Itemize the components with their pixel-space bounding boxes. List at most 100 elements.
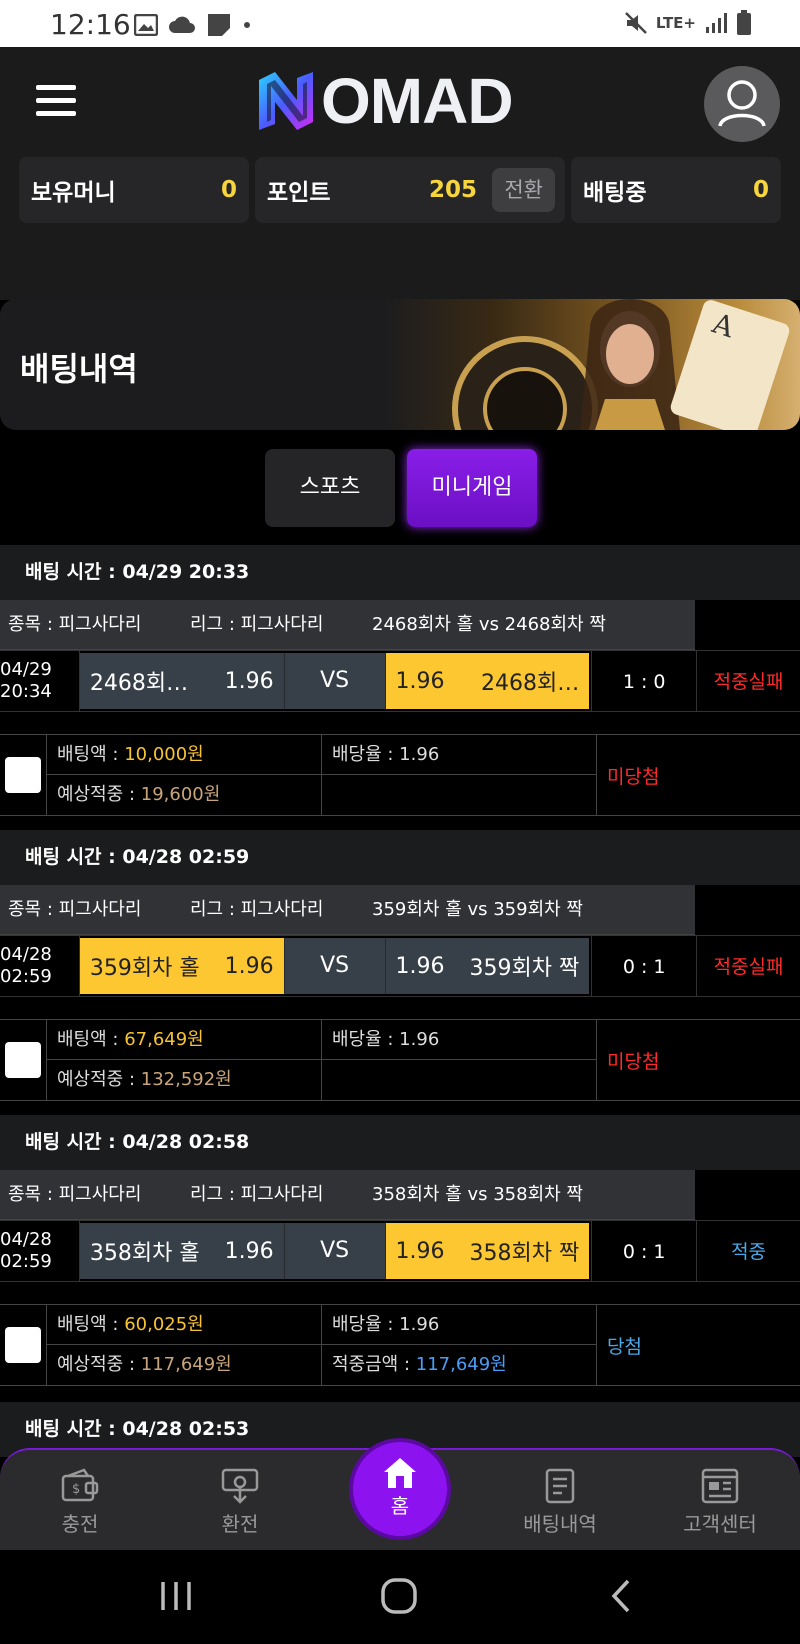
bet-amounts: 배팅액 : 60,025원 예상적중 : 117,649원 <box>47 1305 322 1385</box>
bet-match: 359회차 홀 vs 359회차 짝 <box>372 899 583 920</box>
bet-detail: 배팅액 : 60,025원 예상적중 : 117,649원 배당율 : 1.96… <box>0 1304 800 1386</box>
bet-info-row: 종목 : 피그사다리 리그 : 피그사다리 358회차 홀 vs 358회차 짝 <box>0 1170 695 1220</box>
select-checkbox[interactable] <box>0 1305 47 1385</box>
betting-value: 0 <box>752 177 769 203</box>
user-icon <box>718 80 766 127</box>
betting-box: 배팅중 0 <box>571 157 781 223</box>
bet-card: 배팅 시간 : 04/28 02:59 종목 : 피그사다리 리그 : 피그사다… <box>0 830 800 997</box>
select-checkbox[interactable] <box>0 1020 47 1100</box>
bet-amounts: 배팅액 : 10,000원 예상적중 : 19,600원 <box>47 735 322 815</box>
bet-status: 당첨 <box>607 1335 642 1358</box>
home-pick[interactable]: 359회차 홀 1.96 <box>79 938 284 994</box>
home-odds: 1.96 <box>224 668 274 694</box>
home-team: 359회차 홀 <box>89 956 200 981</box>
match-date: 04/28 02:59 <box>0 1221 80 1281</box>
bet-time: 배팅 시간 : 04/29 20:33 <box>0 545 800 600</box>
svg-text:$: $ <box>72 1482 80 1497</box>
bet-match: 358회차 홀 vs 358회차 짝 <box>372 1184 583 1205</box>
back-icon[interactable] <box>608 1578 636 1618</box>
status-bar: 12:16 LTE+ <box>0 0 800 47</box>
battery-icon <box>737 10 751 35</box>
cloud-icon <box>169 16 195 33</box>
bet-info-row: 종목 : 피그사다리 리그 : 피그사다리 359회차 홀 vs 359회차 짝 <box>0 885 695 935</box>
away-pick[interactable]: 1.96 359회차 짝 <box>385 938 590 994</box>
away-team: 2468회… <box>481 671 580 696</box>
note-icon <box>208 14 230 36</box>
away-pick[interactable]: 1.96 358회차 짝 <box>385 1223 590 1279</box>
home-pick[interactable]: 358회차 홀 1.96 <box>79 1223 284 1279</box>
bet-league: 리그 : 피그사다리 <box>190 1184 324 1205</box>
nav-exchange[interactable]: 환전 <box>185 1468 295 1537</box>
nav-charge[interactable]: $ 충전 <box>25 1468 135 1537</box>
select-checkbox[interactable] <box>0 735 47 815</box>
signal-icon <box>706 13 727 33</box>
app-header: OMAD 보유머니 0 포인트 205 전환 배팅중 0 <box>0 47 800 300</box>
point-box: 포인트 205 전환 <box>255 157 565 223</box>
bet-amount: 60,025원 <box>124 1314 204 1335</box>
match-row: 04/28 02:59 358회차 홀 1.96 VS 1.96 358회차 짝 0 … <box>0 1220 800 1282</box>
tab-minigame[interactable]: 미니게임 <box>407 449 537 527</box>
home-team: 2468회… <box>89 671 189 696</box>
away-odds: 1.96 <box>395 1238 445 1264</box>
away-team: 358회차 짝 <box>469 1241 580 1266</box>
odds-text: 배당율 : 1.96 <box>322 1020 596 1060</box>
home-circle-icon[interactable] <box>380 1578 418 1618</box>
bet-sport: 종목 : 피그사다리 <box>8 899 142 920</box>
bet-league: 리그 : 피그사다리 <box>190 614 324 635</box>
profile-button[interactable] <box>704 66 780 142</box>
bet-status: 미당첨 <box>607 765 660 788</box>
system-icons: LTE+ <box>624 10 752 36</box>
menu-icon[interactable] <box>36 85 76 119</box>
recent-apps-icon[interactable] <box>158 1578 194 1618</box>
tab-sports[interactable]: 스포츠 <box>265 449 395 527</box>
away-team: 359회차 짝 <box>469 956 580 981</box>
vs-label: VS <box>283 653 386 709</box>
bet-amount: 67,649원 <box>124 1029 204 1050</box>
dot-icon <box>244 22 250 28</box>
holding-money-box: 보유머니 0 <box>19 157 249 223</box>
page-title: 배팅내역 <box>20 350 138 388</box>
status-time: 12:16 <box>50 8 131 41</box>
odds-text: 배당율 : 1.96 <box>322 735 596 775</box>
expected-win: 19,600원 <box>140 784 221 805</box>
bet-odds: 배당율 : 1.96 <box>322 1020 597 1100</box>
home-odds: 1.96 <box>224 1238 274 1264</box>
convert-button[interactable]: 전환 <box>492 168 555 212</box>
bet-status: 미당첨 <box>607 1050 660 1073</box>
home-icon <box>384 1458 416 1488</box>
odds-text: 배당율 : 1.96 <box>322 1305 596 1345</box>
bet-info-row: 종목 : 피그사다리 리그 : 피그사다리 2468회차 홀 vs 2468회차… <box>0 600 695 650</box>
wallet-icon: $ <box>61 1468 99 1502</box>
match-date: 04/29 20:34 <box>0 651 80 711</box>
nav-support[interactable]: 고객센터 <box>665 1468 775 1537</box>
vs-label: VS <box>283 1223 386 1279</box>
away-odds: 1.96 <box>395 668 445 694</box>
money-summary: 보유머니 0 포인트 205 전환 배팅중 0 <box>19 157 781 223</box>
away-odds: 1.96 <box>395 953 445 979</box>
match-result: 적중실패 <box>696 936 800 996</box>
bet-odds: 배당율 : 1.96 <box>322 735 597 815</box>
bet-league: 리그 : 피그사다리 <box>190 899 324 920</box>
home-odds: 1.96 <box>224 953 274 979</box>
logo[interactable]: OMAD <box>253 69 514 133</box>
vs-label: VS <box>283 938 386 994</box>
nav-bet-history[interactable]: 배팅내역 <box>505 1468 615 1537</box>
notification-icons <box>134 12 252 38</box>
bet-detail: 배팅액 : 67,649원 예상적중 : 132,592원 배당율 : 1.96… <box>0 1019 800 1101</box>
bottom-navigation: $ 충전 환전 홈 배팅내역 고객센터 <box>0 1438 800 1560</box>
win-amount: 117,649원 <box>415 1354 507 1375</box>
casino-banner-illustration: A <box>452 299 790 430</box>
away-pick[interactable]: 1.96 2468회… <box>385 653 590 709</box>
bet-match: 2468회차 홀 vs 2468회차 짝 <box>372 614 606 635</box>
expected-win: 132,592원 <box>140 1069 232 1090</box>
betting-label: 배팅중 <box>583 180 647 206</box>
holding-money-label: 보유머니 <box>31 180 116 206</box>
bet-card: 배팅 시간 : 04/29 20:33 종목 : 피그사다리 리그 : 피그사다… <box>0 545 800 712</box>
bet-card: 배팅 시간 : 04/28 02:58 종목 : 피그사다리 리그 : 피그사다… <box>0 1115 800 1282</box>
home-pick[interactable]: 2468회… 1.96 <box>79 653 284 709</box>
home-team: 358회차 홀 <box>89 1241 200 1266</box>
bet-time: 배팅 시간 : 04/28 02:59 <box>0 830 800 885</box>
nav-home[interactable]: 홈 <box>349 1438 451 1540</box>
network-label: LTE+ <box>655 14 696 32</box>
gallery-icon <box>134 14 158 36</box>
